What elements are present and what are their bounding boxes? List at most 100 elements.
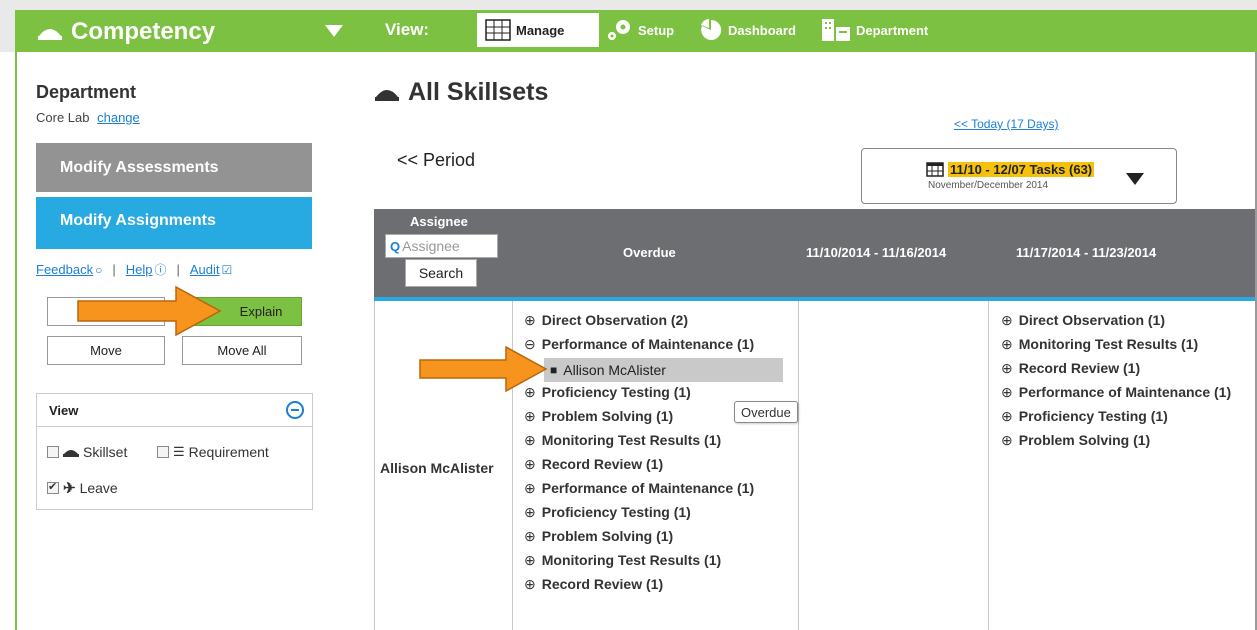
- assignee-cell: Allison McAlister: [380, 460, 494, 476]
- expand-icon[interactable]: ⊕: [524, 528, 536, 545]
- list-item[interactable]: ⊕ Monitoring Test Results (1): [1001, 332, 1231, 356]
- question-circle-icon: ⓘ: [154, 263, 167, 277]
- expand-icon[interactable]: ⊕: [524, 504, 536, 521]
- period-months: November/December 2014: [928, 180, 1049, 191]
- period-range: 11/10 - 12/07 Tasks (63): [948, 161, 1095, 177]
- department-info: Core Lab change: [36, 110, 140, 125]
- list-item[interactable]: ⊕ Proficiency Testing (1): [1001, 404, 1231, 428]
- filter-requirement[interactable]: ☰ Requirement: [157, 444, 269, 460]
- link-separator: |: [112, 262, 116, 277]
- list-item[interactable]: ⊕ Proficiency Testing (1): [524, 380, 754, 404]
- list-item[interactable]: ⊕ Record Review (1): [524, 452, 754, 476]
- list-item[interactable]: ⊕ Monitoring Test Results (1): [524, 428, 754, 452]
- expand-icon[interactable]: ⊕: [1001, 432, 1013, 449]
- list-item[interactable]: ⊕ Performance of Maintenance (1): [1001, 380, 1231, 404]
- requirement-checkbox[interactable]: [157, 446, 169, 458]
- app-switcher-caret-icon[interactable]: [325, 25, 343, 37]
- list-item[interactable]: ⊕ Performance of Maintenance (1): [524, 476, 754, 500]
- list-item[interactable]: ⊕ Record Review (1): [524, 572, 754, 596]
- expand-icon[interactable]: ⊕: [524, 408, 536, 425]
- app-title[interactable]: Competency: [37, 18, 215, 46]
- link-separator: |: [176, 262, 180, 277]
- annotation-arrow-person: [419, 345, 548, 393]
- expanded-person-row[interactable]: ■ Allison McAlister: [544, 358, 783, 382]
- overdue-tooltip: Overdue: [734, 401, 798, 423]
- department-name: Core Lab: [36, 110, 90, 125]
- expand-icon[interactable]: ⊕: [1001, 408, 1013, 425]
- expand-icon[interactable]: ⊕: [1001, 312, 1013, 329]
- collapse-minus-icon[interactable]: [286, 401, 304, 419]
- skillset-hat-icon: [38, 29, 62, 40]
- expand-icon[interactable]: ⊕: [524, 576, 536, 593]
- clipboard-icon: ☰: [173, 444, 185, 459]
- column-overdue: Overdue: [623, 245, 676, 260]
- help-link[interactable]: Help: [126, 262, 153, 277]
- modify-assignments-button[interactable]: Modify Assignments: [36, 197, 312, 249]
- grid-icon: [485, 19, 511, 41]
- nav-dashboard[interactable]: Dashboard: [699, 13, 796, 47]
- expand-icon[interactable]: ⊕: [1001, 384, 1013, 401]
- audit-link[interactable]: Audit: [190, 262, 220, 277]
- view-panel-title: View: [49, 402, 79, 418]
- skillset-checkbox[interactable]: [47, 446, 59, 458]
- filter-skillset[interactable]: Skillset: [47, 444, 127, 460]
- nav-setup[interactable]: Setup: [605, 13, 674, 47]
- assignee-search-input[interactable]: Q Assignee: [385, 234, 498, 258]
- list-item[interactable]: ⊕ Direct Observation (1): [1001, 308, 1231, 332]
- skillset-hat-icon: [375, 89, 399, 101]
- header-rule: [374, 297, 1255, 301]
- expand-icon[interactable]: ⊕: [524, 432, 536, 449]
- expand-icon[interactable]: ⊕: [524, 552, 536, 569]
- expand-icon[interactable]: ⊕: [1001, 336, 1013, 353]
- modify-assessments-button[interactable]: Modify Assessments: [36, 143, 312, 192]
- move-button[interactable]: Move: [47, 336, 165, 365]
- change-department-link[interactable]: change: [97, 110, 140, 125]
- app-header: Competency View: Manage Setup Dashboard …: [15, 10, 1257, 52]
- list-item[interactable]: ⊖ Performance of Maintenance (1): [524, 332, 754, 356]
- nav-department[interactable]: Department: [821, 13, 928, 47]
- column-assignee: Assignee: [410, 214, 468, 229]
- picker-caret-icon[interactable]: [1126, 173, 1144, 185]
- column-divider: [988, 301, 989, 630]
- gears-icon: [608, 20, 630, 40]
- page-title: All Skillsets: [374, 78, 548, 107]
- column-divider: [374, 301, 375, 630]
- overdue-task-list: ⊕ Direct Observation (2) ⊖ Performance of …: [524, 308, 754, 596]
- column-week1: 11/10/2014 - 11/16/2014: [806, 245, 947, 260]
- skillset-hat-icon: [63, 450, 79, 457]
- calendar-icon: [926, 162, 944, 177]
- nav-manage[interactable]: Manage: [477, 13, 599, 47]
- list-item[interactable]: ⊕ Record Review (1): [1001, 356, 1231, 380]
- view-filter-panel: View Skillset ☰ Requirement ✈ Leave: [36, 393, 313, 510]
- annotation-arrow-explain: [77, 285, 222, 337]
- search-button[interactable]: Search: [405, 259, 477, 287]
- expand-icon[interactable]: ⊕: [524, 456, 536, 473]
- left-border: [15, 52, 17, 630]
- expand-icon[interactable]: ⊕: [524, 480, 536, 497]
- person-icon: ■: [550, 363, 558, 377]
- list-item[interactable]: ⊕ Direct Observation (2): [524, 308, 754, 332]
- previous-period-link[interactable]: << Period: [397, 150, 475, 171]
- list-item[interactable]: ⊕ Proficiency Testing (1): [524, 500, 754, 524]
- list-item[interactable]: ⊕ Problem Solving (1): [1001, 428, 1231, 452]
- department-title: Department: [36, 82, 137, 102]
- feedback-link[interactable]: Feedback: [36, 262, 93, 277]
- move-all-button[interactable]: Move All: [182, 336, 302, 365]
- column-divider: [798, 301, 799, 630]
- search-icon: Q: [390, 238, 401, 254]
- list-item[interactable]: ⊕ Problem Solving (1): [524, 404, 754, 428]
- view-label: View:: [385, 20, 430, 39]
- expand-icon[interactable]: ⊕: [1001, 360, 1013, 377]
- period-picker[interactable]: 11/10 - 12/07 Tasks (63) November/Decemb…: [861, 148, 1177, 204]
- help-links: Feedback ○ | Help ⓘ | Audit ☑: [36, 261, 232, 278]
- leave-checkbox[interactable]: [47, 480, 59, 494]
- plane-icon: ✈: [63, 480, 76, 497]
- pie-chart-icon: [701, 19, 722, 40]
- column-week2: 11/17/2014 - 11/23/2014: [1016, 245, 1157, 260]
- today-link[interactable]: << Today (17 Days): [954, 117, 1059, 131]
- checklist-icon: ☑: [221, 263, 233, 277]
- list-item[interactable]: ⊕ Problem Solving (1): [524, 524, 754, 548]
- expand-icon[interactable]: ⊕: [524, 312, 536, 329]
- list-item[interactable]: ⊕ Monitoring Test Results (1): [524, 548, 754, 572]
- filter-leave[interactable]: ✈ Leave: [47, 479, 118, 497]
